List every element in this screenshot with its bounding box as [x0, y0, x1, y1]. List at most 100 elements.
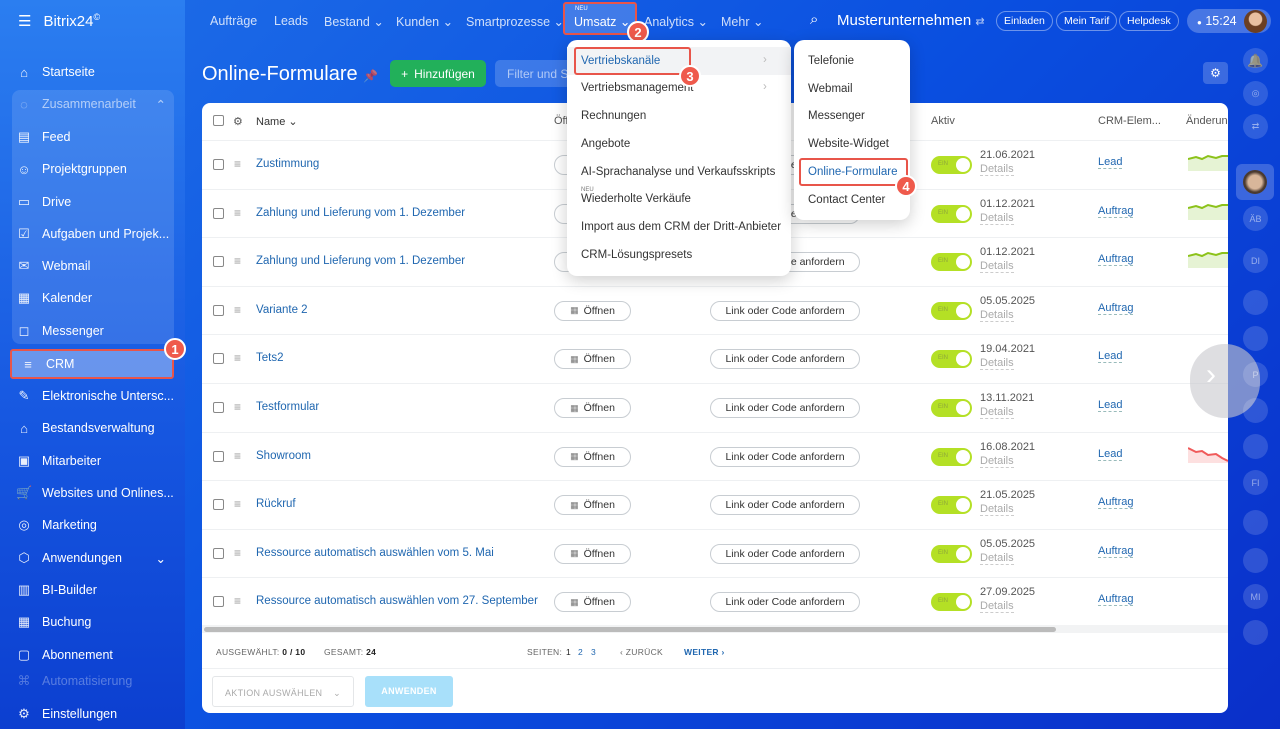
sidebar-item-7[interactable]: ▦ Kalender	[14, 284, 174, 312]
crm-element-link[interactable]: Lead	[1098, 399, 1123, 412]
rail-contact[interactable]: MI	[1243, 584, 1268, 609]
row-checkbox[interactable]	[213, 402, 224, 413]
submenu-messenger[interactable]: Messenger	[808, 110, 865, 122]
form-name-link[interactable]: Ressource automatisch auswählen vom 5. M…	[256, 547, 494, 559]
menu-item-rechnungen[interactable]: Rechnungen	[581, 110, 646, 122]
open-button[interactable]: ▦Öffnen	[554, 495, 631, 516]
nav-umsatz[interactable]: Umsatz ⌄	[574, 14, 630, 29]
copilot-icon[interactable]: ◎	[1243, 81, 1268, 106]
drag-handle-icon[interactable]: ≡	[234, 497, 241, 511]
row-checkbox[interactable]	[213, 304, 224, 316]
nav-kunden[interactable]: Kunden ⌄	[396, 14, 453, 29]
crm-element-link[interactable]: Lead	[1098, 448, 1123, 461]
rail-contact[interactable]	[1243, 290, 1268, 315]
drag-handle-icon[interactable]: ≡	[234, 400, 241, 414]
crm-element-link[interactable]: Auftrag	[1098, 205, 1134, 218]
crm-element-link[interactable]: Auftrag	[1098, 545, 1134, 558]
column-settings-icon[interactable]: ⚙	[233, 115, 243, 128]
select-all-checkbox[interactable]	[213, 115, 224, 126]
row-checkbox[interactable]	[213, 159, 224, 170]
active-toggle[interactable]: EIN	[931, 447, 972, 466]
next-button[interactable]: WEITER ›	[684, 647, 725, 657]
sidebar-item-10[interactable]: ✎ Elektronische Untersc...	[14, 382, 174, 410]
sidebar-item-19[interactable]: ⌘ Automatisierung	[14, 674, 174, 688]
row-checkbox[interactable]	[213, 499, 224, 511]
drag-handle-icon[interactable]: ≡	[234, 254, 241, 268]
details-link[interactable]: Details	[980, 163, 1014, 176]
apply-button[interactable]: ANWENDEN	[365, 676, 453, 707]
rail-contact[interactable]	[1243, 326, 1268, 351]
details-link[interactable]: Details	[980, 260, 1014, 274]
sidebar-item-9[interactable]: ≡ CRM	[10, 349, 174, 379]
sidebar-item-11[interactable]: ⌂ Bestandsverwaltung	[14, 414, 174, 442]
sidebar-item-13[interactable]: 🛒 Websites und Onlines...	[14, 479, 174, 507]
nav-mehr[interactable]: Mehr ⌄	[721, 14, 763, 29]
invite-button[interactable]: Einladen	[996, 11, 1053, 31]
details-link[interactable]: Details	[980, 309, 1014, 322]
get-link-button[interactable]: Link oder Code anfordern	[710, 398, 860, 418]
drag-handle-icon[interactable]: ≡	[234, 351, 241, 365]
crm-element-link[interactable]: Auftrag	[1098, 593, 1134, 607]
details-link[interactable]: Details	[980, 552, 1014, 565]
submenu-online-formulare[interactable]: Online-Formulare	[808, 166, 897, 178]
open-button[interactable]: ▦Öffnen	[554, 446, 631, 467]
form-name-link[interactable]: Ressource automatisch auswählen vom 27. …	[256, 595, 538, 607]
header-change[interactable]: Änderung	[1186, 115, 1228, 127]
rail-active-chat[interactable]	[1236, 164, 1274, 200]
row-checkbox[interactable]	[213, 256, 224, 268]
nav-auftraege[interactable]: Aufträge	[210, 14, 257, 28]
rail-contact[interactable]	[1243, 398, 1268, 423]
action-select[interactable]: AKTION AUSWÄHLEN ⌄	[212, 676, 354, 707]
row-checkbox[interactable]	[213, 207, 224, 219]
rail-contact[interactable]: ÄB	[1243, 206, 1268, 231]
sidebar-item-0[interactable]: ⌂ Startseite	[14, 58, 174, 86]
notifications-bell-icon[interactable]: 🔔	[1243, 48, 1268, 73]
row-checkbox[interactable]	[213, 450, 224, 462]
active-toggle[interactable]: EIN	[931, 593, 972, 612]
open-button[interactable]: ▦Öffnen	[554, 300, 631, 321]
active-toggle[interactable]: EIN	[931, 399, 972, 417]
sidebar-item-6[interactable]: ✉ Webmail	[14, 252, 174, 280]
details-link[interactable]: Details	[980, 357, 1014, 371]
menu-item-vertriebsmanagement[interactable]: Vertriebsmanagement	[581, 82, 694, 94]
rail-contact[interactable]: FI	[1243, 470, 1268, 495]
rail-contact[interactable]: P	[1243, 362, 1268, 387]
get-link-button[interactable]: Link oder Code anfordern	[710, 543, 860, 564]
form-name-link[interactable]: Variante 2	[256, 304, 308, 316]
sidebar-item-12[interactable]: ▣ Mitarbeiter	[14, 447, 174, 475]
drag-handle-icon[interactable]: ≡	[234, 594, 241, 608]
sidebar-item-15[interactable]: ⬡ Anwendungen ⌄	[14, 544, 174, 572]
horizontal-scrollbar[interactable]	[202, 625, 1228, 633]
form-name-link[interactable]: Zustimmung	[256, 158, 319, 170]
active-toggle[interactable]: EIN	[931, 544, 972, 563]
sidebar-item-17[interactable]: ▦ Buchung	[14, 608, 174, 636]
logo[interactable]: Bitrix24©	[43, 12, 100, 30]
form-name-link[interactable]: Zahlung und Lieferung vom 1. Dezember	[256, 207, 465, 219]
rail-contact[interactable]	[1243, 434, 1268, 459]
crm-element-link[interactable]: Lead	[1098, 156, 1123, 169]
get-link-button[interactable]: Link oder Code anfordern	[710, 300, 860, 321]
sidebar-item-5[interactable]: ☑ Aufgaben und Projek...	[14, 220, 174, 248]
menu-icon[interactable]: ☰	[18, 12, 31, 30]
header-active[interactable]: Aktiv	[931, 115, 955, 127]
sync-icon[interactable]: ⇄	[1243, 114, 1268, 139]
drag-handle-icon[interactable]: ≡	[234, 303, 241, 317]
form-name-link[interactable]: Tets2	[256, 352, 284, 364]
page-3[interactable]: 3	[591, 647, 596, 657]
active-toggle[interactable]: EIN	[931, 253, 972, 272]
form-name-link[interactable]: Zahlung und Lieferung vom 1. Dezember	[256, 255, 465, 267]
details-link[interactable]: Details	[980, 455, 1014, 468]
details-link[interactable]: Details	[980, 600, 1014, 614]
rail-contact[interactable]	[1243, 548, 1268, 573]
row-checkbox[interactable]	[213, 353, 224, 365]
nav-leads[interactable]: Leads	[274, 14, 308, 28]
sidebar-item-14[interactable]: ◎ Marketing	[14, 511, 174, 539]
active-toggle[interactable]: EIN	[931, 301, 972, 320]
settings-gear-icon[interactable]: ⚙	[1203, 62, 1228, 84]
sidebar-item-8[interactable]: ◻ Messenger	[14, 317, 174, 345]
sidebar-item-4[interactable]: ▭ Drive	[14, 188, 174, 216]
page-1[interactable]: 1	[566, 647, 571, 657]
active-toggle[interactable]: EIN	[931, 204, 972, 223]
form-name-link[interactable]: Showroom	[256, 450, 311, 462]
menu-item-vertriebskanaele[interactable]: Vertriebskanäle	[581, 55, 660, 67]
